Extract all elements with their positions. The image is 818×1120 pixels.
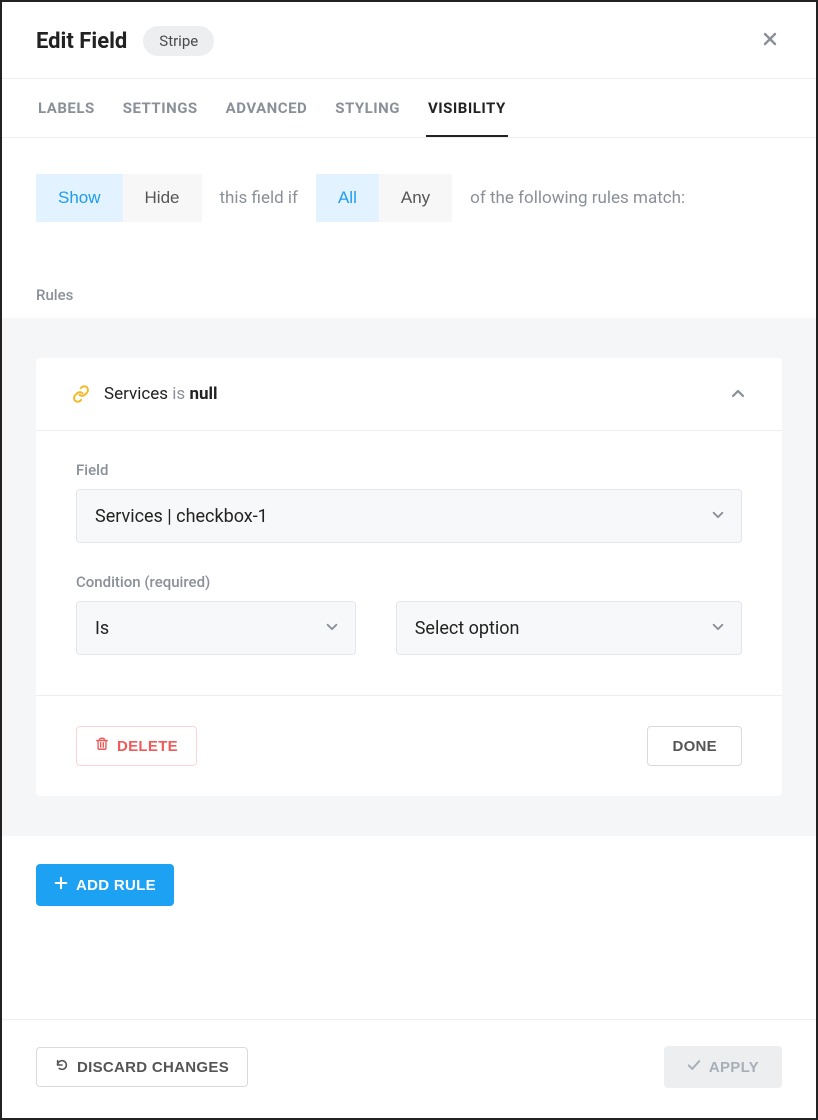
rules-area: Services is null Field Services | checkb… xyxy=(2,318,816,836)
all-any-toggle: All Any xyxy=(316,174,452,222)
visibility-sentence: Show Hide this field if All Any of the f… xyxy=(2,138,816,246)
discard-label: DISCARD CHANGES xyxy=(77,1059,229,1076)
tab-styling[interactable]: STYLING xyxy=(333,79,402,137)
condition-label: Condition (required) xyxy=(76,573,356,591)
delete-rule-button[interactable]: DELETE xyxy=(76,726,197,766)
rule-header[interactable]: Services is null xyxy=(36,358,782,431)
field-select[interactable]: Services | checkbox-1 xyxy=(76,489,742,543)
rules-label: Rules xyxy=(2,246,816,318)
rule-body: Field Services | checkbox-1 Condition (r… xyxy=(36,431,782,696)
add-rule-button[interactable]: ADD RULE xyxy=(36,864,174,906)
tab-labels[interactable]: LABELS xyxy=(36,79,97,137)
rule-summary-op: is xyxy=(172,384,185,404)
add-rule-label: ADD RULE xyxy=(76,877,156,894)
rule-summary-value: null xyxy=(189,384,217,404)
close-icon xyxy=(762,31,778,51)
tab-settings[interactable]: SETTINGS xyxy=(121,79,200,137)
field-select-value: Services | checkbox-1 xyxy=(95,506,268,527)
done-button[interactable]: DONE xyxy=(647,726,742,766)
apply-label: APPLY xyxy=(709,1059,759,1076)
sentence-end: of the following rules match: xyxy=(470,188,685,208)
trash-icon xyxy=(95,737,109,755)
field-type-badge: Stripe xyxy=(143,26,214,56)
apply-button[interactable]: APPLY xyxy=(664,1046,782,1088)
plus-icon xyxy=(54,876,68,894)
delete-label: DELETE xyxy=(117,738,178,755)
chevron-down-icon xyxy=(711,506,725,527)
edit-field-modal: Edit Field Stripe LABELS SETTINGS ADVANC… xyxy=(0,0,818,1120)
show-option[interactable]: Show xyxy=(36,174,123,222)
condition-select-value: Is xyxy=(95,618,109,639)
check-icon xyxy=(687,1058,701,1076)
modal-title: Edit Field xyxy=(36,29,127,54)
modal-header: Edit Field Stripe xyxy=(2,2,816,79)
option-label-spacer xyxy=(396,573,742,591)
modal-body: Show Hide this field if All Any of the f… xyxy=(2,138,816,1019)
chevron-down-icon xyxy=(325,618,339,639)
undo-icon xyxy=(55,1058,69,1076)
chevron-up-icon xyxy=(730,386,746,402)
option-select-value: Select option xyxy=(415,618,520,639)
tabs: LABELS SETTINGS ADVANCED STYLING VISIBIL… xyxy=(2,79,816,138)
show-hide-toggle: Show Hide xyxy=(36,174,202,222)
condition-select[interactable]: Is xyxy=(76,601,356,655)
field-label: Field xyxy=(76,461,742,479)
sentence-mid: this field if xyxy=(220,188,298,208)
option-select[interactable]: Select option xyxy=(396,601,742,655)
close-button[interactable] xyxy=(758,29,782,53)
any-option[interactable]: Any xyxy=(379,174,452,222)
rule-summary-field: Services xyxy=(104,384,168,404)
chevron-down-icon xyxy=(711,618,725,639)
add-rule-wrap: ADD RULE xyxy=(2,836,816,966)
tab-advanced[interactable]: ADVANCED xyxy=(224,79,310,137)
tab-visibility[interactable]: VISIBILITY xyxy=(426,79,508,137)
rule-footer: DELETE DONE xyxy=(36,696,782,796)
link-icon xyxy=(72,385,90,403)
rule-summary: Services is null xyxy=(104,384,218,404)
hide-option[interactable]: Hide xyxy=(123,174,202,222)
rule-card: Services is null Field Services | checkb… xyxy=(36,358,782,796)
modal-footer: DISCARD CHANGES APPLY xyxy=(2,1019,816,1118)
done-label: DONE xyxy=(672,738,717,755)
all-option[interactable]: All xyxy=(316,174,379,222)
discard-changes-button[interactable]: DISCARD CHANGES xyxy=(36,1047,248,1087)
